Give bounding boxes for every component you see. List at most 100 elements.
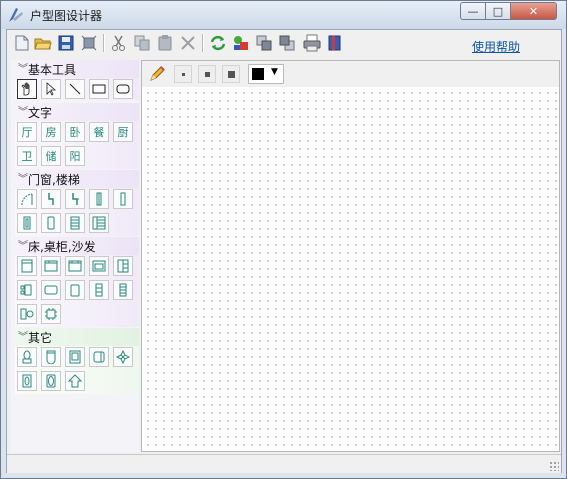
- app-window: 户型图设计器 — □ ✕ 使用帮助 ︾ 基本工具 ︾ 文字 厅 房 卧 餐 厨 …: [0, 0, 567, 479]
- toolbar-separator: [202, 34, 204, 52]
- rounded-rect-tool-button[interactable]: [113, 79, 133, 99]
- text-tool-dining[interactable]: 餐: [89, 122, 109, 142]
- app-logo-icon: [9, 8, 23, 22]
- table-icon: [44, 285, 58, 295]
- section-title: 其它: [28, 331, 53, 345]
- paste-icon[interactable]: [156, 34, 174, 52]
- collapse-chevron-icon: ︾: [18, 241, 28, 252]
- window-double-tool[interactable]: [17, 213, 37, 233]
- section-body-basic-tools: [15, 78, 139, 100]
- refresh-icon[interactable]: [209, 34, 227, 52]
- tool-palette: ︾ 基本工具 ︾ 文字 厅 房 卧 餐 厨 卫 储 阳 ︾ 门窗,楼梯 ︾ 床,…: [11, 60, 139, 452]
- delete-x-icon[interactable]: [179, 34, 197, 52]
- bookshelf-tool[interactable]: [113, 256, 133, 276]
- stairs-turn-icon: [92, 216, 106, 230]
- pen-size-small[interactable]: [174, 65, 192, 83]
- floppy-save-icon[interactable]: [57, 34, 75, 52]
- collapse-chevron-icon: ︾: [18, 107, 28, 118]
- color-picker[interactable]: ▼: [248, 64, 284, 84]
- text-tool-storage[interactable]: 储: [41, 146, 61, 166]
- sofa-tool[interactable]: [89, 256, 109, 276]
- shower-tool[interactable]: [65, 347, 85, 367]
- section-header-furniture[interactable]: ︾ 床,桌柜,沙发: [15, 237, 139, 255]
- sink-tool[interactable]: [17, 371, 37, 391]
- bring-front-icon[interactable]: [255, 34, 273, 52]
- door-arc-tool[interactable]: [17, 189, 37, 209]
- drawing-canvas[interactable]: [142, 87, 559, 451]
- arrow-up-tool[interactable]: [65, 371, 85, 391]
- section-body-furniture: [15, 255, 139, 327]
- printer-icon[interactable]: [303, 34, 321, 52]
- section-header-doors-windows[interactable]: ︾ 门窗,楼梯: [15, 170, 139, 188]
- cabinet-tool[interactable]: [41, 256, 61, 276]
- stairs-turn-tool[interactable]: [89, 213, 109, 233]
- window-narrow-tool[interactable]: [89, 189, 109, 209]
- text-tool-living-room[interactable]: 厅: [17, 122, 37, 142]
- resize-grip-icon[interactable]: [549, 461, 559, 471]
- window-tall-tool[interactable]: [113, 189, 133, 209]
- stairs-tool[interactable]: [65, 213, 85, 233]
- minimize-button[interactable]: —: [460, 2, 486, 20]
- book-icon[interactable]: [326, 34, 344, 52]
- bookshelf-icon: [117, 259, 129, 273]
- tv-cabinet-tool[interactable]: [89, 280, 109, 300]
- pen-size-large[interactable]: [222, 65, 240, 83]
- section-body-others: [15, 346, 139, 394]
- new-file-icon[interactable]: [13, 34, 31, 52]
- help-link[interactable]: 使用帮助: [472, 38, 520, 55]
- plant-tool[interactable]: [113, 347, 133, 367]
- drawing-area: ▼: [141, 60, 560, 452]
- text-tool-kitchen[interactable]: 厨: [113, 122, 133, 142]
- text-tool-bathroom[interactable]: 卫: [17, 146, 37, 166]
- chair-tool[interactable]: [65, 280, 85, 300]
- section-header-text[interactable]: ︾ 文字: [15, 103, 139, 121]
- hand-tool-button[interactable]: [17, 79, 37, 99]
- pointer-tool-button[interactable]: [41, 79, 61, 99]
- maximize-icon: □: [492, 4, 504, 18]
- text-tool-balcony[interactable]: 阳: [65, 146, 85, 166]
- desk-chair-tool[interactable]: [17, 304, 37, 324]
- window-wide-icon: [47, 216, 55, 230]
- text-tool-room[interactable]: 房: [41, 122, 61, 142]
- maximize-button[interactable]: □: [485, 2, 511, 20]
- round-table-tool[interactable]: [41, 304, 61, 324]
- table-tool[interactable]: [41, 280, 61, 300]
- text-tool-bedroom[interactable]: 卧: [65, 122, 85, 142]
- section-header-basic-tools[interactable]: ︾ 基本工具: [15, 60, 139, 78]
- close-button[interactable]: ✕: [510, 2, 557, 20]
- scissors-icon[interactable]: [110, 34, 128, 52]
- copy-icon[interactable]: [133, 34, 151, 52]
- tub-oval-tool[interactable]: [41, 371, 61, 391]
- rectangle-tool-button[interactable]: [89, 79, 109, 99]
- section-header-others[interactable]: ︾ 其它: [15, 328, 139, 346]
- washer-icon: [93, 351, 105, 363]
- door-left-tool[interactable]: [41, 189, 61, 209]
- door-left-icon: [48, 193, 54, 205]
- dining-set-tool[interactable]: [17, 280, 37, 300]
- door-right-tool[interactable]: [65, 189, 85, 209]
- send-back-icon[interactable]: [278, 34, 296, 52]
- bed-tool[interactable]: [17, 256, 37, 276]
- window-wide-tool[interactable]: [41, 213, 61, 233]
- bathtub-tool[interactable]: [41, 347, 61, 367]
- dining-set-icon: [20, 284, 32, 296]
- folder-open-icon[interactable]: [34, 34, 52, 52]
- section-body-doors-windows: [15, 188, 139, 236]
- main-toolbar: 使用帮助: [7, 30, 561, 58]
- toolbar-separator: [103, 34, 105, 52]
- pencil-icon[interactable]: [148, 65, 166, 83]
- title-bar[interactable]: 户型图设计器 — □ ✕: [1, 1, 566, 29]
- frame-icon[interactable]: [80, 34, 98, 52]
- canvas-toolbar: ▼: [142, 61, 559, 87]
- section-body-text: 厅 房 卧 餐 厨 卫 储 阳: [15, 121, 139, 169]
- minimize-icon: —: [467, 4, 479, 18]
- shapes-icon[interactable]: [232, 34, 250, 52]
- toilet-tool[interactable]: [17, 347, 37, 367]
- washer-tool[interactable]: [89, 347, 109, 367]
- rectangle-icon: [92, 84, 106, 94]
- pen-size-medium[interactable]: [198, 65, 216, 83]
- door-arc-icon: [21, 193, 33, 206]
- wardrobe-tool[interactable]: [65, 256, 85, 276]
- line-tool-button[interactable]: [65, 79, 85, 99]
- shoe-cabinet-tool[interactable]: [113, 280, 133, 300]
